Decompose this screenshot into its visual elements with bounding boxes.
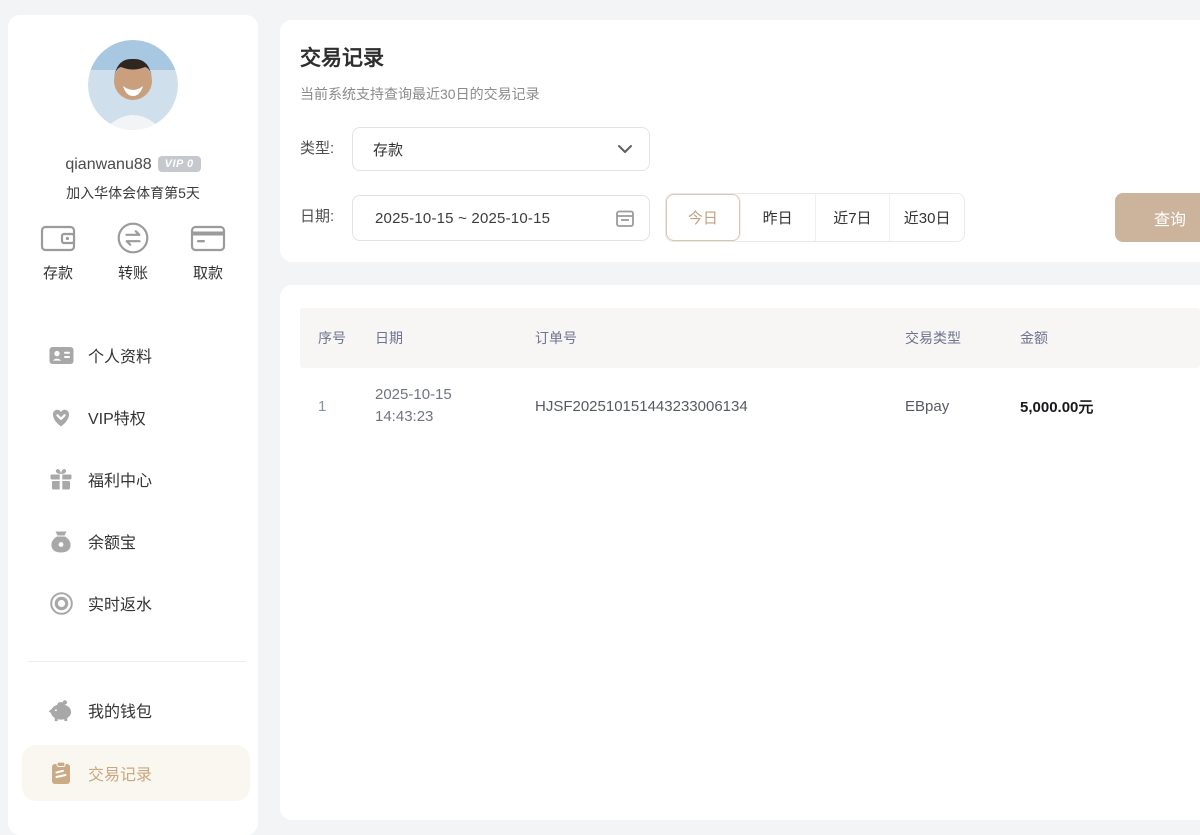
cell-date: 2025-10-15 14:43:23 [375,384,535,428]
sidebar-item-wallet[interactable]: 我的钱包 [8,679,258,741]
table-header-row: 序号 日期 订单号 交易类型 金额 [300,308,1200,368]
sidebar-item-label: 个人资料 [88,343,152,367]
transaction-filter-card: 交易记录 当前系统支持查询最近30日的交易记录 类型: 存款 日期: 2025-… [280,20,1200,262]
type-filter-label: 类型: [300,127,334,171]
quick-action-transfer[interactable]: 转账 [101,220,165,283]
date-range-input[interactable]: 2025-10-15 ~ 2025-10-15 [352,195,650,241]
search-button[interactable]: 查询 [1115,193,1200,242]
cell-amount: 5,000.00元 [1020,396,1200,417]
wallet-icon [26,220,90,256]
vip-heart-icon [48,405,74,429]
quick-action-label: 转账 [101,262,165,283]
date-quick-range-group: 今日 昨日 近7日 近30日 [665,193,965,242]
type-select[interactable]: 存款 [352,127,650,171]
sidebar-item-rebate[interactable]: 实时返水 [8,572,258,634]
sidebar-item-label: VIP特权 [88,405,146,429]
range-7days-button[interactable]: 近7日 [816,194,891,241]
cell-date-time: 14:43:23 [375,408,433,425]
range-today-button[interactable]: 今日 [666,194,741,241]
sidebar-menu-wallet: 我的钱包 交易记录 [8,679,258,801]
transfer-icon [101,220,165,256]
header-index: 序号 [318,328,375,348]
username-row: qianwanu88 VIP 0 [8,156,258,174]
join-days-text: 加入华体会体育第5天 [8,183,258,203]
sidebar-item-label: 余额宝 [88,529,136,553]
cell-date-day: 2025-10-15 [375,386,452,403]
quick-actions: 存款 转账 取款 [26,220,240,283]
piggy-bank-icon [48,698,74,722]
header-type: 交易类型 [905,328,1020,348]
quick-action-withdraw[interactable]: 取款 [176,220,240,283]
bank-card-icon [176,220,240,256]
money-bag-icon [48,529,74,553]
sidebar-item-label: 我的钱包 [88,698,152,722]
chevron-down-icon [617,144,633,154]
clipboard-icon [48,761,74,785]
cell-index: 1 [318,398,375,415]
sidebar-item-label: 交易记录 [88,761,152,785]
range-30days-button[interactable]: 近30日 [890,194,964,241]
gift-icon [48,467,74,491]
date-range-value: 2025-10-15 ~ 2025-10-15 [375,210,615,227]
quick-action-deposit[interactable]: 存款 [26,220,90,283]
type-select-value: 存款 [373,139,617,160]
header-amount: 金额 [1020,328,1200,348]
vip-badge: VIP 0 [158,156,201,172]
username: qianwanu88 [65,156,151,173]
range-yesterday-button[interactable]: 昨日 [741,194,816,241]
sidebar-item-yuebao[interactable]: 余额宝 [8,510,258,572]
quick-action-label: 取款 [176,262,240,283]
quick-action-label: 存款 [26,262,90,283]
sidebar-item-welfare[interactable]: 福利中心 [8,448,258,510]
header-order-no: 订单号 [535,328,905,348]
sidebar-item-label: 实时返水 [88,591,152,615]
sidebar-item-transactions[interactable]: 交易记录 [22,745,250,801]
user-sidebar: qianwanu88 VIP 0 加入华体会体育第5天 存款 转账 [8,15,258,835]
calendar-icon [615,208,635,228]
page-title: 交易记录 [300,42,384,72]
transaction-table-card: 序号 日期 订单号 交易类型 金额 1 2025-10-15 14:43:23 … [280,285,1200,820]
header-date: 日期 [375,328,535,348]
sidebar-item-vip[interactable]: VIP特权 [8,386,258,448]
sidebar-item-label: 福利中心 [88,467,152,491]
id-card-icon [48,343,74,367]
sidebar-item-profile[interactable]: 个人资料 [8,324,258,386]
sidebar-divider [28,661,246,662]
cell-order-no: HJSF202510151443233006134 [535,398,905,415]
coin-icon [48,591,74,615]
sidebar-menu: 个人资料 VIP特权 福利中心 [8,324,258,634]
avatar [88,40,178,130]
page-subtitle: 当前系统支持查询最近30日的交易记录 [300,84,540,104]
table-row: 1 2025-10-15 14:43:23 HJSF20251015144323… [300,368,1200,444]
cell-type: EBpay [905,398,1020,415]
date-filter-label: 日期: [300,195,334,239]
